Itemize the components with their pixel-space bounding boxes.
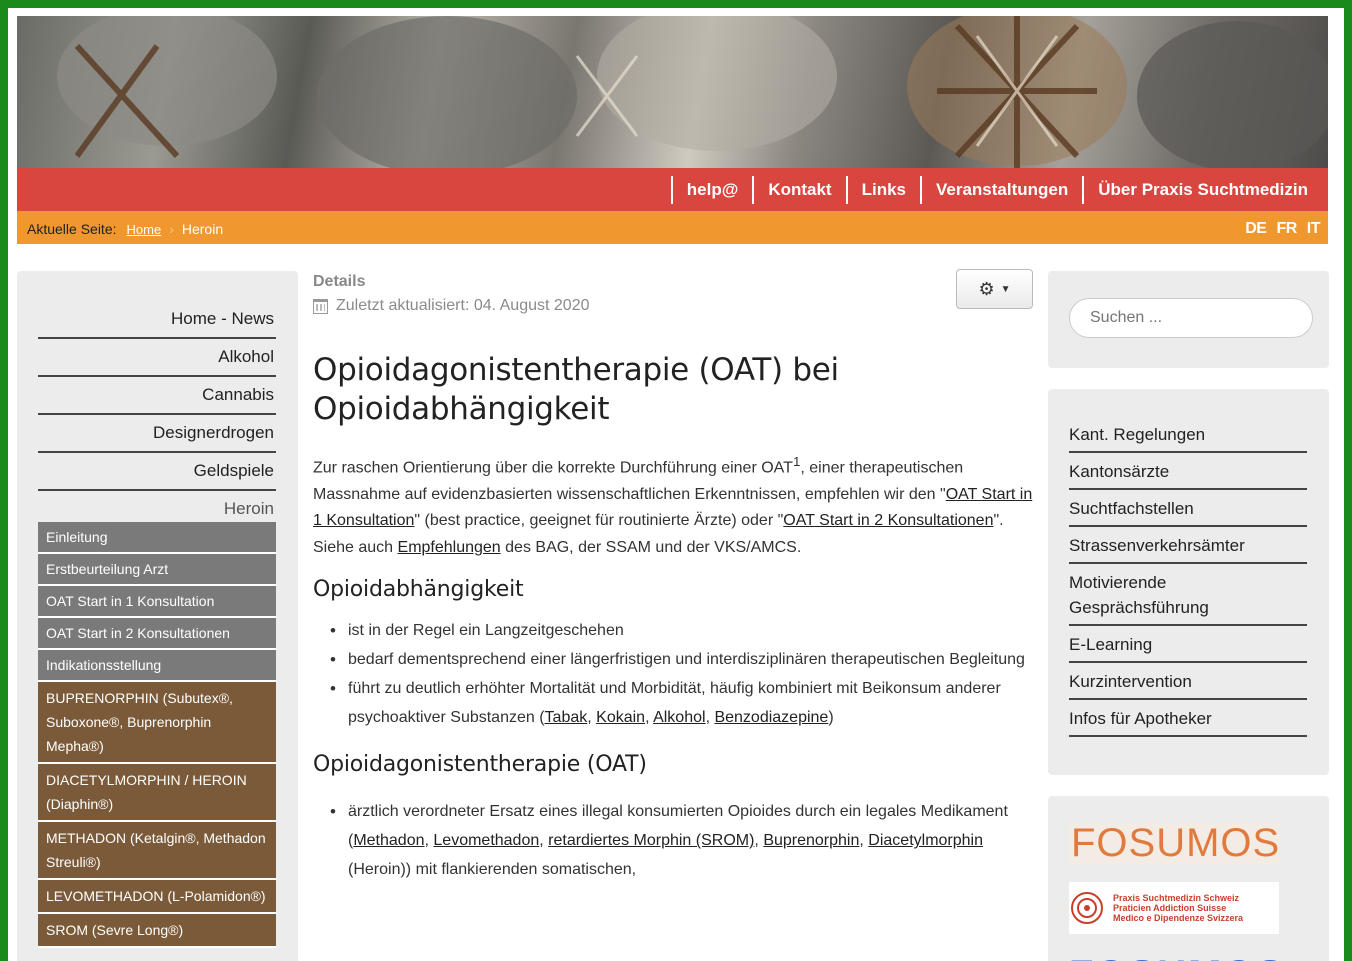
right-menu-strassenverkehrsaemter[interactable]: Strassenverkehrsämter — [1069, 527, 1307, 564]
lang-fr[interactable]: FR — [1276, 220, 1297, 238]
link-diacetylmorphin[interactable]: Diacetylmorphin — [868, 832, 983, 849]
praxis-suchtmedizin-text: Praxis Suchtmedizin Schweiz Praticien Ad… — [1113, 893, 1243, 923]
right-menu-infos-apotheker[interactable]: Infos für Apotheker — [1069, 700, 1307, 737]
list-text: , — [587, 709, 597, 727]
right-menu-panel: Kant. Regelungen Kantonsärzte Suchtfachs… — [1048, 389, 1329, 775]
header-banner-image — [17, 16, 1328, 168]
opioidabhaengigkeit-list: ist in der Regel ein Langzeitgeschehen b… — [313, 616, 1038, 732]
list-text: , — [645, 709, 654, 727]
last-updated-text: Zuletzt aktualisiert: 04. August 2020 — [336, 297, 590, 314]
intro-text: des BAG, der SSAM und der VKS/AMCS. — [500, 538, 802, 556]
language-switcher: DE FR IT — [1245, 220, 1320, 238]
top-navigation: help@ Kontakt Links Veranstaltungen Über… — [17, 168, 1328, 211]
left-sidebar: Home - News Alkohol Cannabis Designerdro… — [17, 271, 298, 961]
right-menu-motivierende-gespraechsfuehrung[interactable]: Motivierende Gesprächsführung — [1069, 564, 1307, 626]
fosumos-logo[interactable]: FOSUMOS — [1069, 822, 1279, 864]
breadcrumb-label: Aktuelle Seite: — [27, 221, 117, 237]
link-buprenorphin[interactable]: Buprenorphin — [763, 832, 859, 849]
page: help@ Kontakt Links Veranstaltungen Über… — [8, 8, 1344, 961]
link-alkohol[interactable]: Alkohol — [653, 709, 705, 726]
intro-text: Zur raschen Orientierung über die korrek… — [313, 459, 793, 477]
right-menu: Kant. Regelungen Kantonsärzte Suchtfachs… — [1069, 416, 1307, 737]
list-item: führt zu deutlich erhöhter Mortalität un… — [313, 674, 1038, 732]
list-item: ist in der Regel ein Langzeitgeschehen — [313, 616, 1038, 645]
partner-logos-panel: FOSUMOS Praxis Suchtmedizin Schweiz Prat… — [1048, 796, 1329, 961]
right-menu-kantonsaerzte[interactable]: Kantonsärzte — [1069, 453, 1307, 490]
last-updated: Zuletzt aktualisiert: 04. August 2020 — [313, 297, 1038, 315]
caret-down-icon: ▼ — [1000, 283, 1011, 295]
breadcrumb-home-link[interactable]: Home — [127, 222, 162, 237]
right-menu-e-learning[interactable]: E-Learning — [1069, 626, 1307, 663]
list-text: (Heroin)) mit flankierenden somatischen, — [348, 861, 637, 879]
search-panel — [1048, 271, 1329, 368]
oat-list: ärztlich verordneter Ersatz eines illega… — [313, 797, 1038, 884]
list-item: bedarf dementsprechend einer längerfrist… — [313, 645, 1038, 674]
article-tools-button[interactable]: ⚙ ▼ — [956, 269, 1033, 309]
intro-text: " (best practice, geeignet für routinier… — [414, 512, 784, 530]
breadcrumb-bar: Aktuelle Seite: Home › Heroin DE FR IT — [17, 211, 1328, 244]
list-text: , — [754, 832, 764, 850]
submenu-methadon[interactable]: METHADON (Ketalgin®, Methadon Streuli®) — [38, 822, 276, 880]
section-heading-oat: Opioidagonistentherapie (OAT) — [313, 752, 647, 778]
logo-line: Praxis Suchtmedizin Schweiz — [1113, 893, 1240, 903]
submenu-buprenorphin[interactable]: BUPRENORPHIN (Subutex®, Suboxone®, Bupre… — [38, 682, 276, 764]
link-srom[interactable]: retardiertes Morphin (SROM) — [548, 832, 754, 849]
left-menu-home-news[interactable]: Home - News — [38, 301, 276, 339]
left-menu-alkohol[interactable]: Alkohol — [38, 339, 276, 377]
nav-ueber[interactable]: Über Praxis Suchtmedizin — [1082, 175, 1322, 204]
search-input[interactable] — [1069, 298, 1313, 338]
list-text: ) — [828, 709, 834, 727]
right-menu-suchtfachstellen[interactable]: Suchtfachstellen — [1069, 490, 1307, 527]
breadcrumb: Aktuelle Seite: Home › Heroin — [27, 221, 223, 237]
section-heading-opioidabhaengigkeit: Opioidabhängigkeit — [313, 577, 524, 603]
link-oat-start-2[interactable]: OAT Start in 2 Konsultationen — [783, 512, 993, 529]
praxis-suchtmedizin-logo[interactable]: Praxis Suchtmedizin Schweiz Praticien Ad… — [1069, 882, 1279, 934]
submenu-indikationsstellung[interactable]: Indikationsstellung — [38, 650, 276, 682]
right-menu-kurzintervention[interactable]: Kurzintervention — [1069, 663, 1307, 700]
nav-links[interactable]: Links — [845, 175, 920, 204]
nav-kontakt[interactable]: Kontakt — [752, 175, 845, 204]
logo-line: Praticien Addiction Suisse — [1113, 903, 1227, 913]
link-levomethadon[interactable]: Levomethadon — [433, 832, 539, 849]
left-menu-geldspiele[interactable]: Geldspiele — [38, 453, 276, 491]
nav-help[interactable]: help@ — [670, 175, 753, 204]
left-menu-cannabis[interactable]: Cannabis — [38, 377, 276, 415]
calendar-icon — [313, 298, 328, 314]
submenu-srom[interactable]: SROM (Sevre Long®) — [38, 914, 276, 948]
gear-icon: ⚙ — [978, 278, 995, 299]
list-text: , — [859, 832, 869, 850]
submenu-levomethadon[interactable]: LEVOMETHADON (L-Polamidon®) — [38, 880, 276, 914]
lang-de[interactable]: DE — [1245, 220, 1267, 238]
submenu-oat-start-1[interactable]: OAT Start in 1 Konsultation — [38, 586, 276, 618]
intro-paragraph: Zur raschen Orientierung über die korrek… — [313, 449, 1038, 561]
link-benzodiazepine[interactable]: Benzodiazepine — [714, 709, 828, 726]
nav-veranstaltungen[interactable]: Veranstaltungen — [920, 175, 1082, 204]
link-empfehlungen[interactable]: Empfehlungen — [398, 539, 501, 556]
breadcrumb-current: Heroin — [181, 221, 224, 237]
details-label: Details — [313, 273, 366, 290]
breadcrumb-separator: › — [169, 221, 174, 237]
link-tabak[interactable]: Tabak — [545, 709, 588, 726]
main-content: Details Zuletzt aktualisiert: 04. August… — [313, 269, 1038, 884]
submenu-oat-start-2[interactable]: OAT Start in 2 Konsultationen — [38, 618, 276, 650]
link-methadon[interactable]: Methadon — [353, 832, 424, 849]
list-text: , — [539, 832, 549, 850]
list-item: ärztlich verordneter Ersatz eines illega… — [313, 797, 1038, 884]
left-submenu: Einleitung Erstbeurteilung Arzt OAT Star… — [38, 522, 276, 948]
submenu-diacetylmorphin[interactable]: DIACETYLMORPHIN / HEROIN (Diaphin®) — [38, 764, 276, 822]
page-title: Opioidagonistentherapie (OAT) bei Opioid… — [313, 352, 839, 427]
submenu-einleitung[interactable]: Einleitung — [38, 522, 276, 554]
link-kokain[interactable]: Kokain — [596, 709, 645, 726]
right-menu-kant-regelungen[interactable]: Kant. Regelungen — [1069, 416, 1307, 453]
left-menu-designerdrogen[interactable]: Designerdrogen — [38, 415, 276, 453]
logo-line: Medico e Dipendenze Svizzera — [1113, 913, 1244, 923]
lang-it[interactable]: IT — [1307, 220, 1321, 238]
partial-logo[interactable]: FOSUMOS — [1069, 953, 1285, 961]
submenu-erstbeurteilung[interactable]: Erstbeurteilung Arzt — [38, 554, 276, 586]
left-menu: Home - News Alkohol Cannabis Designerdro… — [38, 301, 276, 529]
spiral-icon — [1071, 892, 1103, 924]
